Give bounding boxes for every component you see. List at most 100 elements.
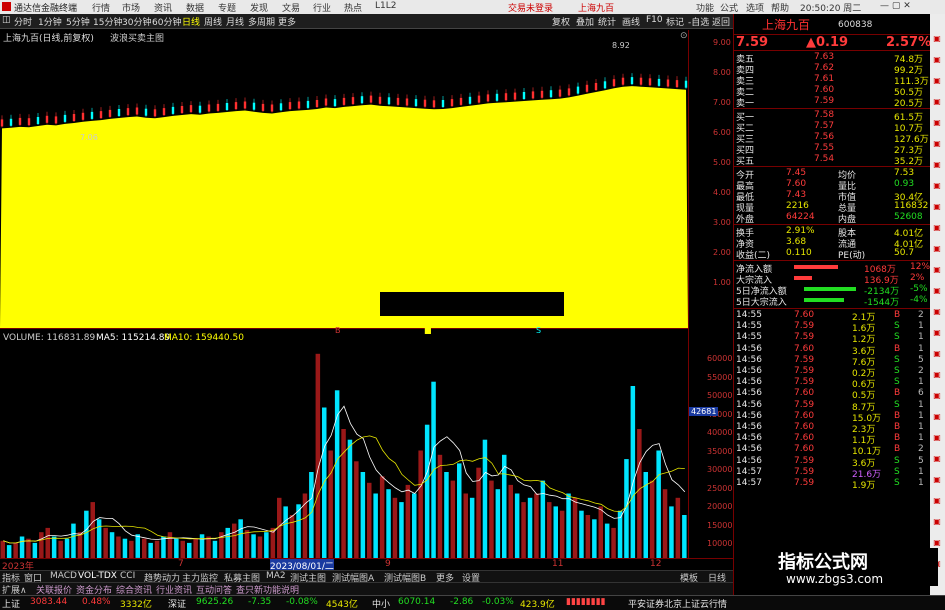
- tool-fanhui[interactable]: 返回: [712, 15, 730, 28]
- period-daily[interactable]: 日线: [182, 15, 200, 28]
- toolstrip-icon[interactable]: ▣: [932, 433, 942, 443]
- menu-redian[interactable]: 热点: [344, 1, 362, 14]
- menu-hangye[interactable]: 行业: [313, 1, 331, 14]
- menu-wenyi[interactable]: 文易: [282, 1, 300, 14]
- toolstrip-icon[interactable]: ▣: [932, 139, 942, 149]
- indicator-tab[interactable]: VOL-TDX: [78, 571, 117, 581]
- period-5min[interactable]: 5分钟: [66, 15, 90, 28]
- quote-row: 14:56 7.60 1.1万 B 1: [734, 433, 931, 446]
- toolstrip-icon[interactable]: ▣: [932, 328, 942, 338]
- toolstrip-icon[interactable]: ▣: [932, 76, 942, 86]
- volume-bar: [251, 534, 256, 558]
- volume-bar: [405, 484, 411, 558]
- tool-diejia[interactable]: 叠加: [576, 15, 594, 28]
- tool-zixuan[interactable]: -自选: [688, 15, 709, 28]
- tool-biaoji[interactable]: 标记: [666, 15, 684, 28]
- toolstrip-icon[interactable]: ▣: [932, 412, 942, 422]
- quote-row: 卖三 7.61 111.3万: [734, 74, 931, 87]
- toolstrip-icon[interactable]: ▣: [932, 307, 942, 317]
- menu-bangzhu[interactable]: 帮助: [771, 1, 789, 14]
- chart-settings-icon[interactable]: ⊙: [680, 31, 688, 41]
- toolstrip-icon[interactable]: ▣: [932, 181, 942, 191]
- tick-side: B: [894, 410, 901, 421]
- toolstrip-icon[interactable]: ▣: [932, 454, 942, 464]
- period-30min[interactable]: 30分钟: [122, 15, 151, 28]
- sh-index-pct: 0.48%: [82, 597, 111, 607]
- tool-tongji[interactable]: 统计: [598, 15, 616, 28]
- volume-axis-label: 35000: [707, 446, 733, 456]
- tool-f10[interactable]: F10: [646, 15, 663, 25]
- toolstrip-icon[interactable]: ▣: [932, 538, 942, 548]
- period-weekly[interactable]: 周线: [204, 15, 222, 28]
- price-chart[interactable]: 8.92 7.06: [0, 42, 688, 328]
- toolstrip-icon[interactable]: ▣: [932, 118, 942, 128]
- quote-row: 14:55 7.60 2.1万 B 2: [734, 310, 931, 323]
- menu-hangqing[interactable]: 行情: [92, 1, 110, 14]
- period-monthly[interactable]: 月线: [226, 15, 244, 28]
- volume-axis-label: 50000: [707, 391, 733, 400]
- menu-shuju[interactable]: 数据: [186, 1, 204, 14]
- quote-row: 5日大宗流入 -1544万 -4%: [734, 295, 931, 308]
- volume-bar: [392, 497, 398, 558]
- indicator-tab[interactable]: MA2: [266, 571, 286, 581]
- menu-l1l2[interactable]: L1L2: [375, 1, 396, 11]
- toolstrip-icon[interactable]: ▣: [932, 160, 942, 170]
- quote-row: 买一 7.58 61.5万: [734, 110, 931, 123]
- divider: [734, 308, 931, 309]
- toolstrip-icon[interactable]: ▣: [932, 475, 942, 485]
- menu-zixun[interactable]: 资讯: [154, 1, 172, 14]
- period-15min[interactable]: 15分钟: [93, 15, 122, 28]
- menu-gongneng[interactable]: 功能: [696, 1, 714, 14]
- toolstrip-icon[interactable]: ▣: [932, 34, 942, 44]
- period-more[interactable]: 更多: [278, 15, 296, 28]
- toolstrip-icon[interactable]: ▣: [932, 370, 942, 380]
- sh-index-label[interactable]: 上证: [2, 597, 20, 610]
- period-1min[interactable]: 1分钟: [38, 15, 62, 28]
- toolstrip-icon[interactable]: ▣: [932, 349, 942, 359]
- price-area-fill: [0, 86, 688, 328]
- window-controls[interactable]: — ▢ ✕: [880, 1, 911, 11]
- period-60min[interactable]: 60分钟: [152, 15, 181, 28]
- volume-bar: [315, 353, 321, 558]
- menu-zhuanti[interactable]: 专题: [218, 1, 236, 14]
- menu-gongshi[interactable]: 公式: [720, 1, 738, 14]
- sz-index-label[interactable]: 深证: [168, 597, 186, 610]
- volume-chart[interactable]: [0, 343, 688, 558]
- toolstrip-icon[interactable]: ▣: [932, 517, 942, 527]
- stat-value: 2.91%: [786, 226, 815, 236]
- side-toolstrip: ▣▣▣▣▣▣▣▣▣▣▣▣▣▣▣▣▣▣▣▣▣▣▣▣▣▣: [930, 14, 945, 595]
- indicator-tab[interactable]: CCI: [120, 571, 135, 581]
- zx-index-amount: 423.9亿: [520, 600, 555, 610]
- bid-price: 7.55: [814, 143, 835, 153]
- trade-login-link[interactable]: 交易未登录: [508, 1, 553, 14]
- tick-side: B: [894, 422, 901, 432]
- toolstrip-icon[interactable]: ▣: [932, 223, 942, 233]
- sidebar-toggle-icon[interactable]: ◫: [2, 15, 11, 25]
- toolstrip-icon[interactable]: ▣: [932, 286, 942, 296]
- tool-fuquan[interactable]: 复权: [552, 15, 570, 28]
- right-axis: 9.00 8.00 7.00 6.00 5.00 4.00 3.00 2.00 1.00 6000…: [688, 30, 734, 570]
- menu-xuanxiang[interactable]: 选项: [746, 1, 764, 14]
- period-multi[interactable]: 多周期: [248, 15, 275, 28]
- volume-bar: [13, 542, 18, 558]
- menu-shichang[interactable]: 市场: [122, 1, 140, 14]
- toolstrip-icon[interactable]: ▣: [932, 97, 942, 107]
- sh-index-value: 3083.44: [30, 597, 68, 607]
- broker-server[interactable]: 平安证券北京上证云行情: [628, 597, 727, 610]
- tick-count: 2: [918, 444, 924, 455]
- toolstrip-icon[interactable]: ▣: [932, 202, 942, 212]
- toolstrip-icon[interactable]: ▣: [932, 55, 942, 65]
- toolstrip-icon[interactable]: ▣: [932, 265, 942, 275]
- period-fenshi[interactable]: 分时: [14, 15, 32, 28]
- high-price-label: 8.92: [612, 42, 630, 50]
- zx-index-label[interactable]: 中小: [372, 597, 390, 610]
- volume-bar: [77, 532, 83, 558]
- alert-bars-icon[interactable]: ▮▮▮▮▮▮▮▮: [566, 597, 606, 607]
- tool-huaxian[interactable]: 画线: [622, 15, 640, 28]
- toolstrip-icon[interactable]: ▣: [932, 496, 942, 506]
- indicator-tab[interactable]: MACD: [50, 571, 77, 581]
- toolstrip-icon[interactable]: ▣: [932, 244, 942, 254]
- menu-faxian[interactable]: 发现: [250, 1, 268, 14]
- toolstrip-icon[interactable]: ▣: [932, 391, 942, 401]
- stock-title-link[interactable]: 上海九百: [578, 1, 614, 14]
